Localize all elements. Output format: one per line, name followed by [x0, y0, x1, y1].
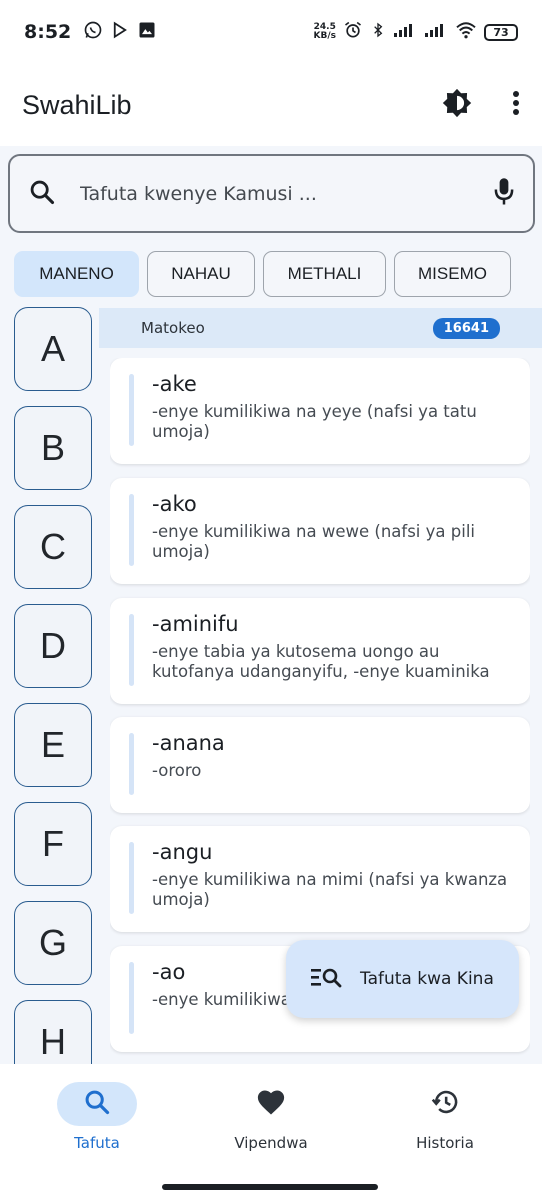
microphone-icon[interactable] [493, 177, 515, 211]
entry-meaning: -enye kumilikiwa na mimi (nafsi ya kwanz… [152, 870, 508, 909]
list-item[interactable]: -angu -enye kumilikiwa na mimi (nafsi ya… [110, 826, 530, 932]
theme-toggle-icon[interactable] [440, 86, 474, 124]
letter-e[interactable]: E [14, 703, 92, 787]
entry-word: -angu [152, 840, 213, 864]
entry-meaning: -enye kumilikiwa na yeye (nafsi ya tatu … [152, 402, 477, 441]
nav-indicator [57, 1082, 137, 1126]
nav-tafuta[interactable]: Tafuta [22, 1082, 172, 1200]
category-chips: MANENO NAHAU METHALI MISEMO [14, 251, 511, 297]
status-left: 8:52 [24, 20, 157, 45]
chip-maneno[interactable]: MANENO [14, 251, 139, 297]
search-input[interactable] [80, 182, 493, 205]
bottom-navigation: Tafuta Vipendwa Historia [0, 1064, 542, 1200]
results-header: Matokeo 16641 [99, 308, 542, 348]
list-item[interactable]: -ako -enye kumilikiwa na wewe (nafsi ya … [110, 478, 530, 584]
alphabet-sidebar: A B C D E F G H [14, 307, 92, 1064]
gallery-icon [137, 20, 157, 45]
entry-word: -anana [152, 731, 225, 755]
home-indicator[interactable] [162, 1184, 378, 1190]
filter-search-icon [310, 966, 342, 993]
whatsapp-icon [83, 20, 103, 45]
letter-c[interactable]: C [14, 505, 92, 589]
list-item[interactable]: -anana -ororo [110, 717, 530, 813]
entry-word: -aminifu [152, 612, 239, 636]
chip-methali[interactable]: METHALI [263, 251, 386, 297]
search-icon [28, 178, 56, 210]
more-options-icon[interactable] [512, 90, 520, 120]
search-icon [83, 1088, 111, 1120]
play-store-icon [111, 21, 129, 44]
deep-search-button[interactable]: Tafuta kwa Kina [286, 940, 519, 1018]
letter-a[interactable]: A [14, 307, 92, 391]
status-right: 24.5 KB/s 73 [314, 20, 518, 45]
battery-indicator: 73 [484, 23, 518, 41]
nav-vipendwa[interactable]: Vipendwa [196, 1082, 346, 1200]
letter-f[interactable]: F [14, 802, 92, 886]
list-item[interactable]: -aminifu -enye tabia ya kutosema uongo a… [110, 598, 530, 704]
nav-historia[interactable]: Historia [370, 1082, 520, 1200]
network-speed: 24.5 KB/s [314, 23, 336, 41]
app-title: SwahiLib [22, 89, 132, 120]
history-icon [430, 1088, 460, 1120]
nav-indicator [405, 1082, 485, 1126]
app-bar-actions [440, 86, 520, 124]
bluetooth-icon [370, 20, 386, 45]
letter-g[interactable]: G [14, 901, 92, 985]
wifi-icon [455, 21, 477, 44]
status-time: 8:52 [24, 21, 72, 43]
entry-word: -ako [152, 492, 197, 516]
letter-h[interactable]: H [14, 1000, 92, 1064]
entry-meaning: -enye tabia ya kutosema uongo au kutofan… [152, 642, 490, 681]
alarm-icon [343, 20, 363, 45]
nav-label: Historia [416, 1134, 474, 1152]
results-label: Matokeo [141, 319, 205, 337]
letter-b[interactable]: B [14, 406, 92, 490]
signal-icon [393, 21, 417, 43]
search-bar[interactable] [8, 154, 535, 233]
app-bar: SwahiLib [0, 64, 542, 146]
nav-indicator [231, 1082, 311, 1126]
list-item[interactable]: -ake -enye kumilikiwa na yeye (nafsi ya … [110, 358, 530, 464]
chip-nahau[interactable]: NAHAU [147, 251, 255, 297]
nav-label: Tafuta [74, 1134, 120, 1152]
entry-meaning: -enye kumilikiwa na wewe (nafsi ya pili … [152, 522, 475, 561]
entry-meaning: -ororo [152, 761, 202, 780]
network-speed-unit: KB/s [313, 31, 336, 41]
signal-icon-2 [424, 21, 448, 43]
deep-search-label: Tafuta kwa Kina [360, 969, 494, 989]
entry-word: -ake [152, 372, 197, 396]
results-count-badge: 16641 [432, 317, 500, 339]
chip-misemo[interactable]: MISEMO [394, 251, 511, 297]
letter-d[interactable]: D [14, 604, 92, 688]
nav-label: Vipendwa [234, 1134, 308, 1152]
status-bar: 8:52 24.5 KB/s 73 [0, 0, 542, 64]
heart-icon [256, 1088, 286, 1120]
